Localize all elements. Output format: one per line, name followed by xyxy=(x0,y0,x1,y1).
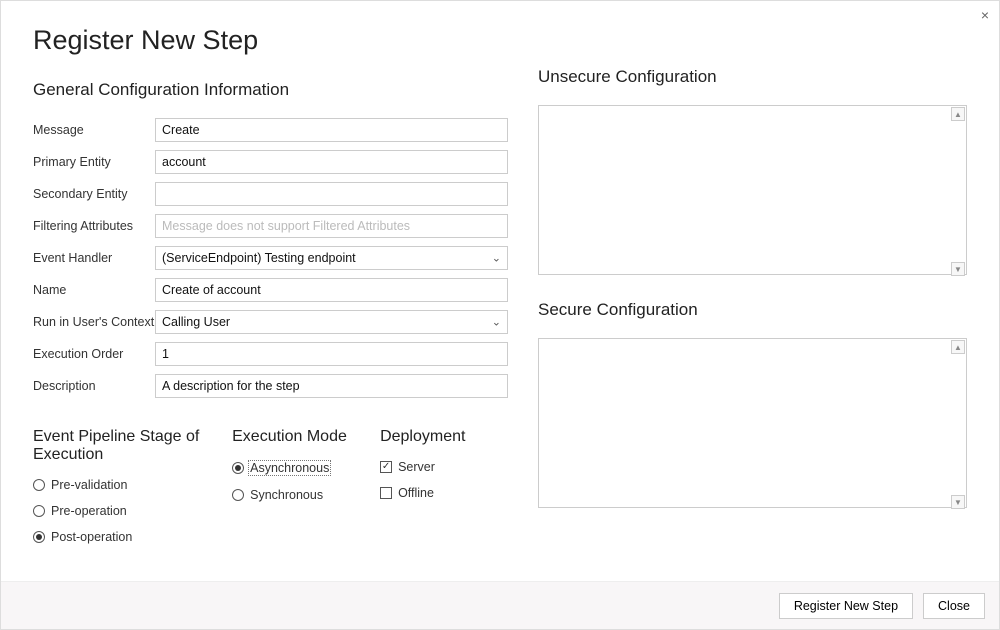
label-event-handler: Event Handler xyxy=(33,251,155,265)
radio-icon xyxy=(33,531,45,543)
label-message: Message xyxy=(33,123,155,137)
pipeline-stage-group: Event Pipeline Stage of Execution Pre-va… xyxy=(33,428,212,556)
radio-label: Pre-validation xyxy=(51,478,127,492)
radio-pre-operation[interactable]: Pre-operation xyxy=(33,504,212,518)
right-column: Unsecure Configuration ▲ ▼ Secure Config… xyxy=(538,21,967,571)
general-form: Message Primary Entity Secondary Entity … xyxy=(33,118,508,398)
radio-icon xyxy=(33,505,45,517)
label-execution-order: Execution Order xyxy=(33,347,155,361)
general-heading: General Configuration Information xyxy=(33,80,508,100)
execution-order-input[interactable] xyxy=(155,342,508,366)
spinner-up-icon[interactable]: ▲ xyxy=(951,107,965,121)
label-primary-entity: Primary Entity xyxy=(33,155,155,169)
pipeline-stage-heading: Event Pipeline Stage of Execution xyxy=(33,428,212,464)
secure-config-textarea[interactable] xyxy=(538,338,967,508)
checkbox-server[interactable]: ✓ Server xyxy=(380,460,508,474)
deployment-heading: Deployment xyxy=(380,428,508,446)
secure-heading: Secure Configuration xyxy=(538,300,967,320)
radio-label: Pre-operation xyxy=(51,504,127,518)
checkbox-icon: ✓ xyxy=(380,461,392,473)
close-icon[interactable]: × xyxy=(981,7,989,23)
run-in-users-context-select[interactable]: Calling User xyxy=(155,310,508,334)
spinner-up-icon[interactable]: ▲ xyxy=(951,340,965,354)
unsecure-heading: Unsecure Configuration xyxy=(538,67,967,87)
spinner-down-icon[interactable]: ▼ xyxy=(951,262,965,276)
dialog-footer: Register New Step Close xyxy=(1,581,999,629)
left-column: Register New Step General Configuration … xyxy=(33,21,508,571)
close-button[interactable]: Close xyxy=(923,593,985,619)
description-input[interactable] xyxy=(155,374,508,398)
unsecure-config-textarea[interactable] xyxy=(538,105,967,275)
name-input[interactable] xyxy=(155,278,508,302)
checkbox-offline[interactable]: Offline xyxy=(380,486,508,500)
primary-entity-input[interactable] xyxy=(155,150,508,174)
label-secondary-entity: Secondary Entity xyxy=(33,187,155,201)
lower-groups: Event Pipeline Stage of Execution Pre-va… xyxy=(33,428,508,556)
radio-pre-validation[interactable]: Pre-validation xyxy=(33,478,212,492)
event-handler-select[interactable]: (ServiceEndpoint) Testing endpoint xyxy=(155,246,508,270)
radio-icon xyxy=(33,479,45,491)
execution-mode-heading: Execution Mode xyxy=(232,428,360,446)
register-new-step-button[interactable]: Register New Step xyxy=(779,593,913,619)
checkbox-label: Offline xyxy=(398,486,434,500)
radio-label: Synchronous xyxy=(250,488,323,502)
checkbox-label: Server xyxy=(398,460,435,474)
deployment-group: Deployment ✓ Server Offline xyxy=(380,428,508,556)
secondary-entity-input[interactable] xyxy=(155,182,508,206)
radio-label: Post-operation xyxy=(51,530,132,544)
label-description: Description xyxy=(33,379,155,393)
dialog-register-new-step: × Register New Step General Configuratio… xyxy=(0,0,1000,630)
radio-icon xyxy=(232,462,244,474)
label-run-in-users-context: Run in User's Context xyxy=(33,315,155,329)
dialog-title: Register New Step xyxy=(33,25,508,56)
dialog-content: Register New Step General Configuration … xyxy=(1,1,999,581)
checkbox-icon xyxy=(380,487,392,499)
message-input[interactable] xyxy=(155,118,508,142)
radio-asynchronous[interactable]: Asynchronous xyxy=(232,460,360,476)
execution-mode-group: Execution Mode Asynchronous Synchronous xyxy=(232,428,360,556)
radio-label: Asynchronous xyxy=(248,460,331,476)
label-name: Name xyxy=(33,283,155,297)
radio-post-operation[interactable]: Post-operation xyxy=(33,530,212,544)
radio-synchronous[interactable]: Synchronous xyxy=(232,488,360,502)
label-filtering-attributes: Filtering Attributes xyxy=(33,219,155,233)
spinner-down-icon[interactable]: ▼ xyxy=(951,495,965,509)
radio-icon xyxy=(232,489,244,501)
filtering-attributes-input[interactable] xyxy=(155,214,508,238)
